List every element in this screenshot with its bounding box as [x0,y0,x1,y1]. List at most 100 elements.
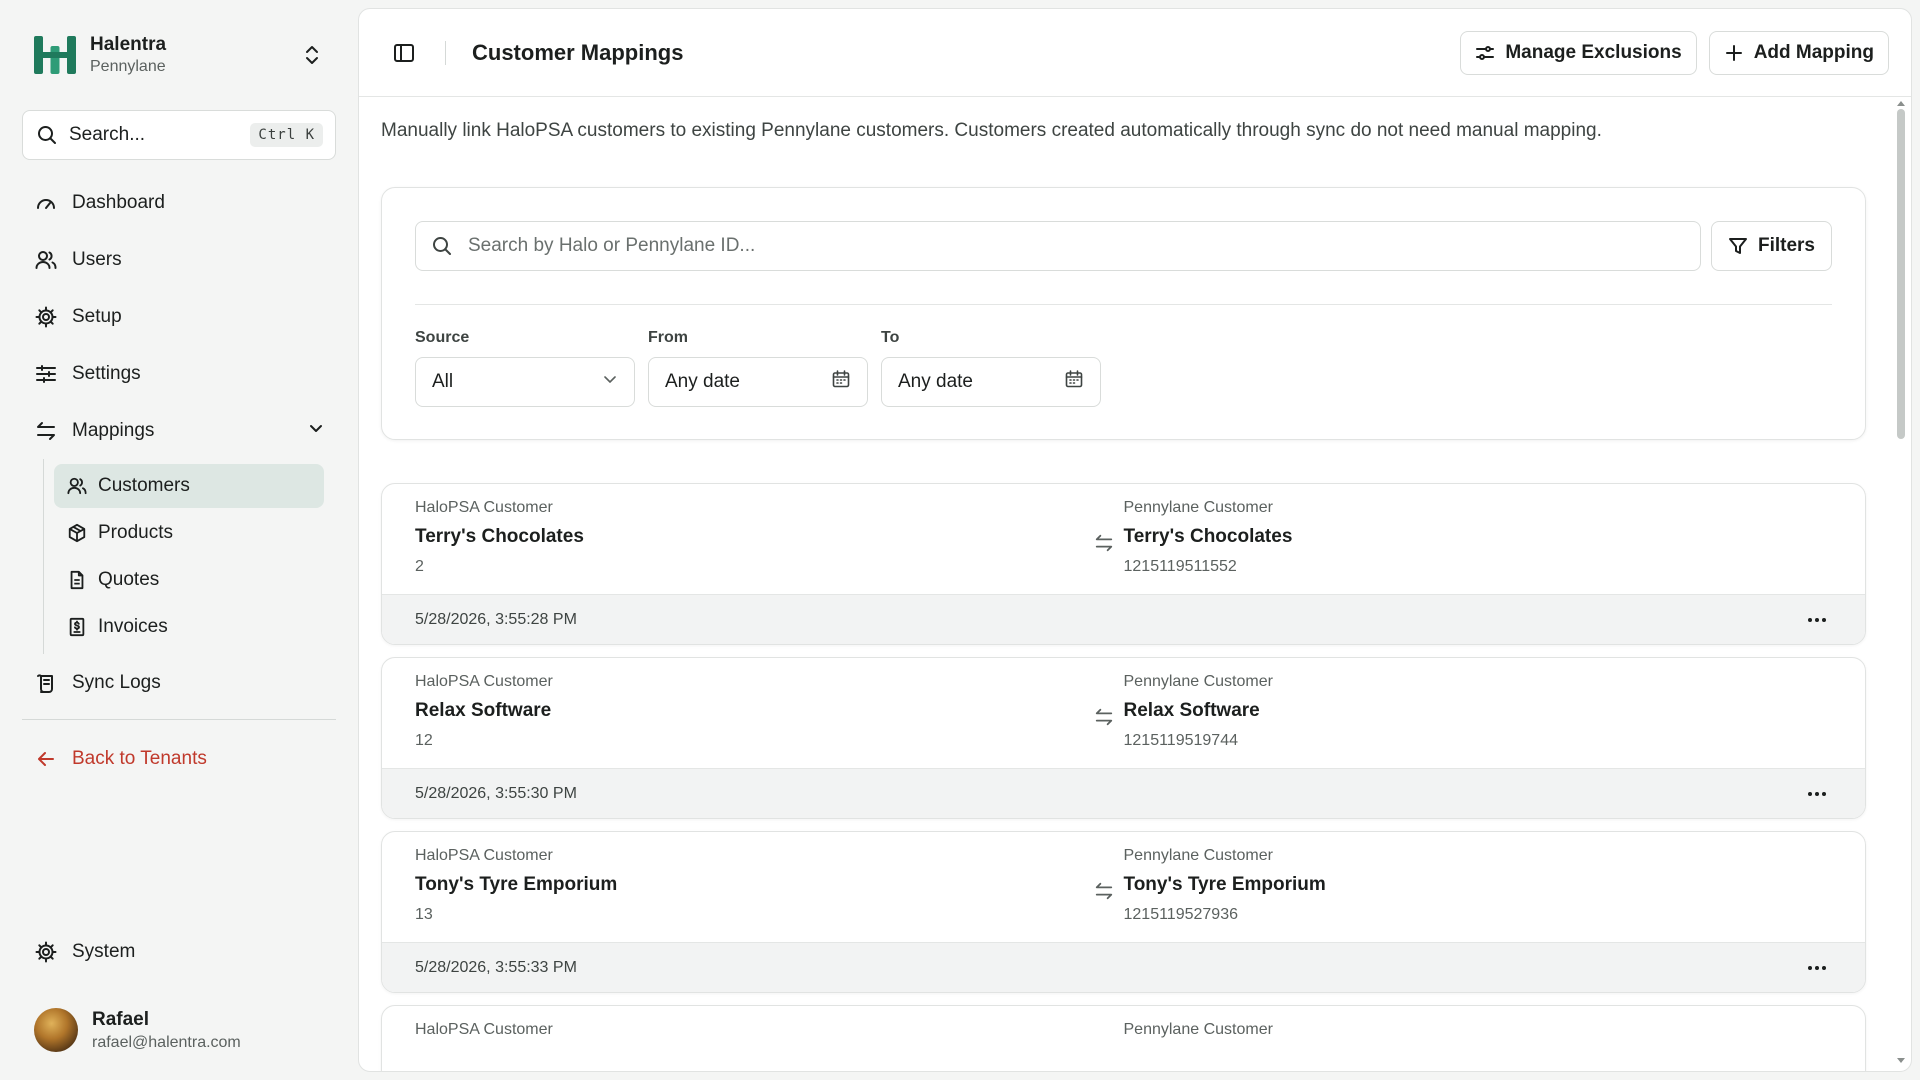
nav-products[interactable]: Products [54,511,324,555]
tenant-switcher[interactable]: Halentra Pennylane [22,0,336,110]
nav-setup-label: Setup [72,305,122,327]
page-description: Manually link HaloPSA customers to exist… [381,120,1602,141]
nav-system[interactable]: System [22,923,336,980]
mapping-card: HaloPSA Customer Pennylane Customer [381,1005,1866,1071]
sliders-icon [34,362,58,386]
scroll-down-icon[interactable] [1896,1057,1906,1065]
search-label: Search... [69,124,146,145]
users-icon [34,248,58,272]
arrows-left-right-icon [1094,847,1124,927]
id-search-placeholder: Search by Halo or Pennylane ID... [468,235,756,256]
back-to-tenants-label: Back to Tenants [72,747,207,769]
source-select[interactable]: All [415,357,635,407]
content: Manually link HaloPSA customers to exist… [359,97,1911,1071]
halo-customer-id: 12 [415,732,433,749]
user-email: rafael@halentra.com [92,1033,241,1051]
user-menu[interactable]: Rafael rafael@halentra.com [22,980,336,1080]
nav-sync-logs[interactable]: Sync Logs [22,654,336,711]
nav-settings-label: Settings [72,362,141,384]
chevrons-up-down-icon[interactable] [298,41,326,69]
from-value: Any date [665,371,740,392]
halo-customer-id: 2 [415,558,424,575]
halo-customer-name: Relax Software [415,700,552,721]
main-panel: Customer Mappings Manage Exclusions Add … [358,8,1912,1072]
from-label: From [648,329,688,346]
funnel-icon [1728,236,1748,256]
search-shortcut: Ctrl K [250,123,323,147]
source-label: Source [415,329,470,346]
arrows-left-right-icon [1094,499,1124,579]
mapping-list: HaloPSA Customer Terry's Chocolates 2 Pe… [381,483,1866,1071]
source-value: All [432,371,454,392]
pennylane-customer-name: Terry's Chocolates [1123,526,1293,547]
main-nav: Dashboard Users Setup Settings Mappings … [22,174,336,787]
file-text-icon [66,569,88,591]
user-name: Rafael [92,1008,150,1030]
halentra-logo-icon [34,36,76,74]
pennylane-label: Pennylane Customer [1123,499,1273,516]
nav-settings[interactable]: Settings [22,345,336,402]
nav-setup[interactable]: Setup [22,288,336,345]
to-label: To [881,329,900,346]
to-date-picker[interactable]: Any date [881,357,1101,407]
nav-users[interactable]: Users [22,231,336,288]
filters-button[interactable]: Filters [1710,221,1832,271]
scroll-up-icon[interactable] [1896,99,1906,107]
sidebar: Halentra Pennylane Search... Ctrl K Dash… [0,0,358,1080]
nav-invoices[interactable]: Invoices [54,605,324,649]
topbar: Customer Mappings Manage Exclusions Add … [359,9,1911,97]
mappings-subnav: Customers Products Quotes Invoices [43,459,336,654]
arrows-left-right-icon [34,419,58,443]
scroll-icon [34,671,58,695]
scrollbar-thumb[interactable] [1897,109,1905,439]
halo-label: HaloPSA Customer [415,499,553,516]
mapping-timestamp: 5/28/2026, 3:55:28 PM [415,610,577,628]
avatar [34,1008,78,1052]
halo-customer-name: Tony's Tyre Emporium [415,874,618,895]
sidebar-toggle-icon[interactable] [391,40,417,66]
mapping-card: HaloPSA Customer Terry's Chocolates 2 Pe… [381,483,1866,645]
cog-icon [34,940,58,964]
back-to-tenants-link[interactable]: Back to Tenants [22,730,336,787]
nav-dashboard[interactable]: Dashboard [22,174,336,231]
manage-exclusions-button[interactable]: Manage Exclusions [1460,30,1697,75]
pennylane-label: Pennylane Customer [1123,673,1273,690]
mapping-card: HaloPSA Customer Relax Software 12 Penny… [381,657,1866,819]
gauge-icon [34,191,58,215]
calendar-icon [1064,369,1084,395]
chevron-down-icon[interactable] [308,420,324,442]
chevron-down-icon [602,371,618,393]
plus-icon [1724,43,1744,63]
to-value: Any date [898,371,973,392]
halo-label: HaloPSA Customer [415,1021,553,1038]
more-horizontal-icon[interactable] [1802,608,1832,632]
nav-quotes[interactable]: Quotes [54,558,324,602]
users-icon [66,475,88,497]
pennylane-label: Pennylane Customer [1123,847,1273,864]
search-icon [433,237,451,255]
page-title: Customer Mappings [472,39,684,65]
pennylane-customer-id: 1215119519744 [1123,732,1239,749]
from-date-picker[interactable]: Any date [648,357,868,407]
pennylane-customer-id: 1215119527936 [1123,906,1239,923]
more-horizontal-icon[interactable] [1802,956,1832,980]
global-search[interactable]: Search... Ctrl K [22,110,336,160]
arrows-left-right-icon [1094,673,1124,753]
nav-system-label: System [72,940,136,962]
id-search-input[interactable]: Search by Halo or Pennylane ID... [415,221,1701,271]
filters-label: Filters [1757,235,1815,256]
add-mapping-button[interactable]: Add Mapping [1708,30,1889,75]
more-horizontal-icon[interactable] [1802,782,1832,806]
nav-invoices-label: Invoices [98,616,168,637]
pennylane-customer-name: Tony's Tyre Emporium [1123,874,1326,895]
halo-label: HaloPSA Customer [415,673,553,690]
nav-customers[interactable]: Customers [54,464,324,508]
topbar-separator [445,40,446,65]
pennylane-customer-name: Relax Software [1123,700,1260,721]
nav-products-label: Products [98,522,173,543]
brand-name: Halentra [90,34,167,55]
nav-mappings[interactable]: Mappings [22,402,336,459]
halo-customer-name: Terry's Chocolates [415,526,584,547]
nav-quotes-label: Quotes [98,569,160,590]
halo-label: HaloPSA Customer [415,847,553,864]
